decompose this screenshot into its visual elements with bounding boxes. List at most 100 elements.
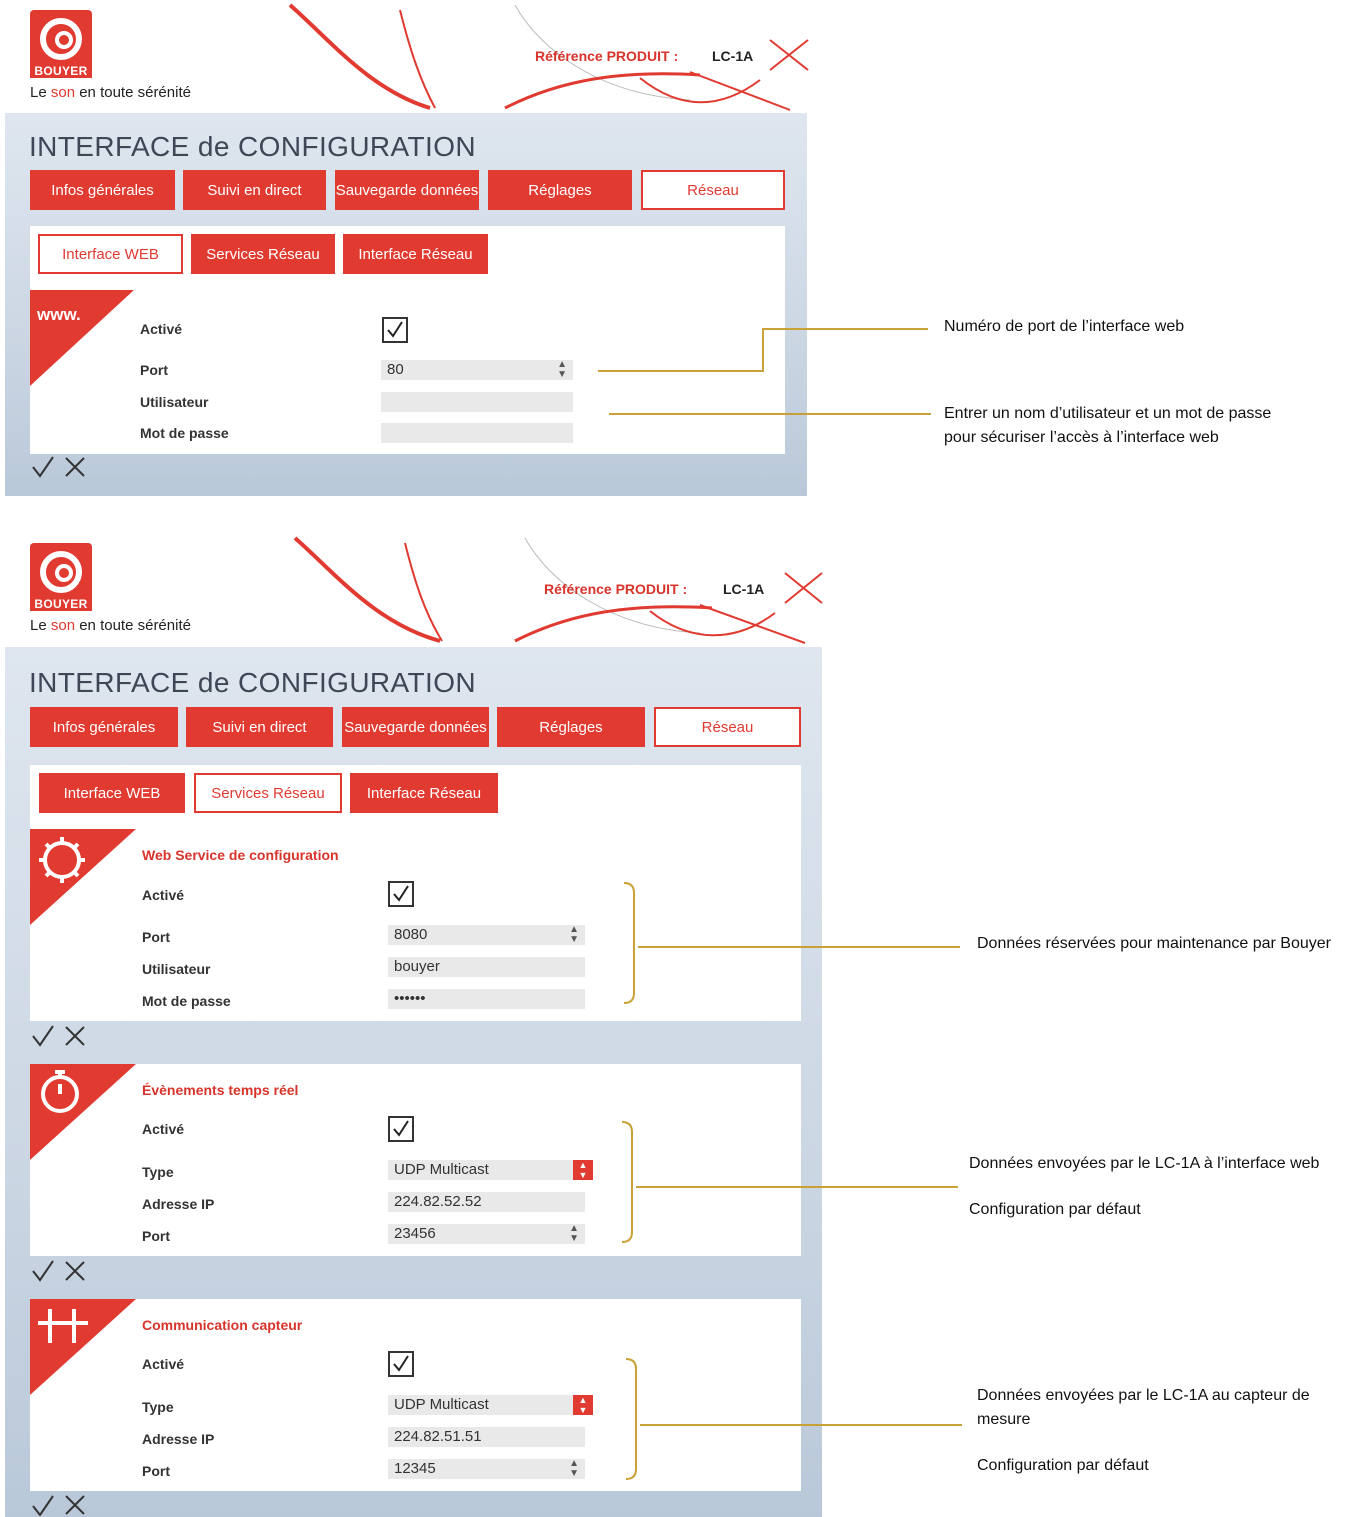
screenshot-network-services: BOUYER Le son en toute sérénité Référenc… (0, 533, 825, 1517)
password-label: Mot de passe (142, 993, 231, 1009)
section-title: Web Service de configuration (142, 847, 339, 863)
tab-sauvegarde-donnees[interactable]: Sauvegarde données (342, 707, 489, 747)
config-panel: INTERFACE de CONFIGURATION Infos général… (5, 113, 807, 496)
port-stepper[interactable]: 80 ▲ ▼ (381, 360, 573, 380)
section-sensor-communication: Communication capteur Activé Type UDP Mu… (30, 1299, 801, 1491)
tab-reglages[interactable]: Réglages (497, 707, 645, 747)
bracket-realtime (621, 1121, 633, 1243)
leader-line (762, 328, 764, 372)
product-reference-value: LC-1A (712, 48, 754, 64)
leader-line (609, 413, 931, 415)
active-checkbox[interactable] (382, 317, 408, 343)
annotation-port: Numéro de port de l’interface web (944, 318, 1185, 335)
tab-sauvegarde-donnees[interactable]: Sauvegarde données (335, 170, 479, 210)
panel-title: INTERFACE de CONFIGURATION (29, 131, 477, 162)
leader-line (762, 328, 928, 330)
confirm-check-icon[interactable] (31, 1259, 55, 1283)
select-arrows-icon[interactable]: ▲ ▼ (573, 1160, 593, 1180)
bouyer-logo (30, 543, 92, 601)
cancel-x-icon[interactable] (64, 1025, 86, 1047)
header-banner: BOUYER Le son en toute sérénité Référenc… (0, 533, 825, 645)
port-stepper[interactable]: 8080 ▲ ▼ (388, 925, 585, 945)
tab-suivi-en-direct[interactable]: Suivi en direct (183, 170, 326, 210)
port-label: Port (142, 1228, 170, 1244)
stepper-arrows-icon[interactable]: ▲ ▼ (569, 925, 579, 945)
annotation-credentials: Entrer un nom d’utilisateur et un mot de… (944, 405, 1272, 446)
select-arrows-icon[interactable]: ▲ ▼ (573, 1395, 593, 1415)
password-label: Mot de passe (140, 425, 229, 441)
annotation-realtime: Données envoyées par le LC-1A à l’interf… (969, 1155, 1320, 1218)
active-label: Activé (142, 1121, 185, 1137)
subtab-interface-web[interactable]: Interface WEB (39, 773, 185, 813)
leader-line (636, 1186, 958, 1188)
password-input[interactable] (381, 423, 573, 443)
confirm-check-icon[interactable] (31, 1494, 55, 1516)
annotation-sensor: Données envoyées par le LC-1A au capteur… (977, 1387, 1310, 1474)
config-panel: INTERFACE de CONFIGURATION Infos général… (5, 647, 822, 1517)
leader-line (640, 1424, 962, 1426)
panel-title: INTERFACE de CONFIGURATION (29, 667, 477, 698)
bracket-maintenance (623, 882, 635, 1004)
leader-line (598, 370, 763, 372)
www-icon: www. (37, 305, 81, 324)
stepper-arrows-icon[interactable]: ▲ ▼ (569, 1459, 579, 1479)
gear-icon (39, 837, 85, 883)
cancel-x-icon[interactable] (64, 1260, 86, 1282)
confirm-check-icon[interactable] (31, 1024, 55, 1048)
user-input[interactable] (381, 392, 573, 412)
tagline: Le son en toute sérénité (30, 84, 191, 101)
tab-reseau[interactable]: Réseau (654, 707, 801, 747)
section-realtime-events: Évènements temps réel Activé Type UDP Mu… (30, 1064, 801, 1256)
port-label: Port (142, 929, 170, 945)
active-label: Activé (142, 887, 185, 903)
confirm-check-icon[interactable] (31, 455, 55, 479)
stopwatch-icon (41, 1070, 79, 1113)
port-stepper[interactable]: 23456 ▲ ▼ (388, 1224, 585, 1244)
subtab-services-reseau[interactable]: Services Réseau (191, 234, 335, 274)
tab-reseau[interactable]: Réseau (641, 170, 785, 210)
section-title: Communication capteur (142, 1317, 303, 1333)
bracket-sensor (625, 1358, 637, 1480)
logo-wordmark: BOUYER (30, 597, 92, 611)
section-title: Évènements temps réel (142, 1082, 299, 1098)
leader-line (638, 946, 960, 948)
ip-address-label: Adresse IP (142, 1196, 215, 1212)
product-reference-label: Référence PRODUIT : (535, 48, 679, 64)
ip-address-input[interactable]: 224.82.51.51 (388, 1427, 585, 1447)
password-input[interactable]: •••••• (388, 989, 585, 1009)
stepper-arrows-icon[interactable]: ▲ ▼ (557, 360, 567, 380)
active-label: Activé (142, 1356, 185, 1372)
port-label: Port (142, 1463, 170, 1479)
user-label: Utilisateur (142, 961, 211, 977)
stepper-arrows-icon[interactable]: ▲ ▼ (569, 1224, 579, 1244)
tab-infos-generales[interactable]: Infos générales (30, 707, 178, 747)
port-stepper[interactable]: 12345 ▲ ▼ (388, 1459, 585, 1479)
active-checkbox[interactable] (388, 1116, 414, 1142)
annotation-maintenance: Données réservées pour maintenance par B… (977, 935, 1331, 952)
cancel-x-icon[interactable] (64, 1494, 86, 1516)
active-label: Activé (140, 321, 183, 337)
tab-reglages[interactable]: Réglages (488, 170, 632, 210)
subtab-interface-reseau[interactable]: Interface Réseau (350, 773, 498, 813)
cancel-x-icon[interactable] (64, 456, 86, 478)
bouyer-logo (30, 10, 92, 68)
screenshot-web-interface: BOUYER Le son en toute sérénité Référenc… (0, 0, 810, 497)
user-input[interactable]: bouyer (388, 957, 585, 977)
tab-infos-generales[interactable]: Infos générales (30, 170, 175, 210)
subtab-services-reseau[interactable]: Services Réseau (194, 773, 342, 813)
section-web-service: Interface WEB Services Réseau Interface … (30, 765, 801, 1021)
port-label: Port (140, 362, 168, 378)
tab-suivi-en-direct[interactable]: Suivi en direct (186, 707, 333, 747)
active-checkbox[interactable] (388, 1351, 414, 1377)
subtab-interface-web[interactable]: Interface WEB (38, 234, 183, 274)
product-reference-label: Référence PRODUIT : (544, 581, 688, 597)
product-reference-value: LC-1A (723, 581, 765, 597)
type-select[interactable]: UDP Multicast ▲ ▼ (388, 1160, 593, 1180)
type-select[interactable]: UDP Multicast ▲ ▼ (388, 1395, 593, 1415)
tagline: Le son en toute sérénité (30, 617, 191, 634)
active-checkbox[interactable] (388, 881, 414, 907)
ip-address-input[interactable]: 224.82.52.52 (388, 1192, 585, 1212)
subtab-interface-reseau[interactable]: Interface Réseau (343, 234, 488, 274)
type-label: Type (142, 1399, 174, 1415)
header-banner: BOUYER Le son en toute sérénité Référenc… (0, 0, 810, 112)
